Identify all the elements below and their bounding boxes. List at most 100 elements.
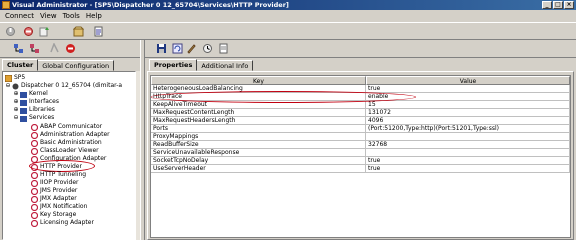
properties-button[interactable] xyxy=(92,25,105,38)
tree-node-classloader-viewer[interactable]: ClassLoader Viewer xyxy=(30,147,99,155)
tree-node-http-provider[interactable]: HTTP Provider xyxy=(30,163,82,171)
info-button[interactable] xyxy=(217,42,230,55)
tab-cluster[interactable]: Cluster xyxy=(2,59,39,71)
cluster-icon xyxy=(4,74,13,82)
table-row[interactable]: ServiceUnavailableResponse xyxy=(151,149,570,157)
service-icon xyxy=(30,131,39,139)
cell-value[interactable]: true xyxy=(366,165,570,173)
refresh-button[interactable] xyxy=(171,42,184,55)
preferences-button[interactable] xyxy=(72,25,85,38)
title-bar[interactable]: Visual Administrator - [SP5\Dispatcher 0… xyxy=(0,0,576,10)
cell-key: KeepAliveTimeout xyxy=(151,101,366,109)
restore-button[interactable] xyxy=(201,42,214,55)
menu-help[interactable]: Help xyxy=(83,10,105,22)
service-icon xyxy=(30,171,39,179)
group-view-button[interactable] xyxy=(28,42,41,55)
preferences-icon xyxy=(73,26,84,37)
service-icon xyxy=(30,139,39,147)
tree-node-basic-administration[interactable]: Basic Administration xyxy=(30,139,102,147)
disconnect-button[interactable] xyxy=(22,25,35,38)
cell-value[interactable] xyxy=(366,149,570,157)
cell-value[interactable]: 15 xyxy=(366,101,570,109)
export-button[interactable] xyxy=(38,25,51,38)
connect-icon xyxy=(6,27,15,36)
server-tree-icon xyxy=(14,44,23,53)
table-row[interactable]: HeterogeneousLoadBalancing true xyxy=(151,85,570,93)
table-row[interactable]: HttpTrace enable xyxy=(151,93,570,101)
column-header-key[interactable]: Key xyxy=(151,76,366,85)
app-icon xyxy=(2,1,10,9)
close-button[interactable]: × xyxy=(564,1,574,9)
cell-value[interactable]: enable xyxy=(366,93,570,101)
menu-view[interactable]: View xyxy=(37,10,60,22)
table-row[interactable]: ReadBufferSize 32768 xyxy=(151,141,570,149)
tree-node-key-storage[interactable]: Key Storage xyxy=(30,211,77,219)
table-row[interactable]: Ports (Port:51200,Type:http)(Port:51201,… xyxy=(151,125,570,133)
collapse-toggle-icon[interactable]: ⊖ xyxy=(13,114,19,122)
properties-panel: Key Value HeterogeneousLoadBalancing tru… xyxy=(147,71,574,240)
expand-toggle-icon[interactable]: ⊕ xyxy=(13,90,19,98)
expand-toggle-icon[interactable]: ⊕ xyxy=(13,98,19,106)
folder-icon xyxy=(20,115,27,122)
tree-node-jmx-adapter[interactable]: JMX Adapter xyxy=(30,195,77,203)
tree-node-services[interactable]: ⊖ Services xyxy=(13,114,54,122)
edit-button[interactable] xyxy=(185,42,198,55)
cluster-tree[interactable]: SP5 ⊖ Dispatcher 0 12_65704 (dimitar-a ⊕… xyxy=(2,71,136,240)
table-row[interactable]: ProxyMappings xyxy=(151,133,570,141)
table-row[interactable]: SocketTcpNoDelay true xyxy=(151,157,570,165)
tree-view-button[interactable] xyxy=(12,42,25,55)
properties-table[interactable]: Key Value HeterogeneousLoadBalancing tru… xyxy=(150,75,571,238)
tree-node-label: IIOP Provider xyxy=(40,179,79,186)
stop-button[interactable] xyxy=(64,42,77,55)
tree-node-abap-communicator[interactable]: ABAP Communicator xyxy=(30,123,102,131)
tree-node-jmx-notification[interactable]: JMX Notification xyxy=(30,203,87,211)
table-row[interactable]: KeepAliveTimeout 15 xyxy=(151,101,570,109)
tree-node-label: Key Storage xyxy=(40,211,77,218)
tree-node-kernel[interactable]: ⊕ Kernel xyxy=(13,90,48,98)
tree-node-jms-provider[interactable]: JMS Provider xyxy=(30,187,77,195)
cell-value[interactable]: (Port:51200,Type:http)(Port:51201,Type:s… xyxy=(366,125,570,133)
table-row[interactable]: MaxRequestContentLength 131072 xyxy=(151,109,570,117)
save-button[interactable] xyxy=(155,42,168,55)
menu-bar: Connect View Tools Help xyxy=(0,10,576,22)
table-row[interactable]: MaxRequestHeadersLength 4096 xyxy=(151,117,570,125)
menu-tools[interactable]: Tools xyxy=(60,10,83,22)
tree-node-configuration-adapter[interactable]: Configuration Adapter xyxy=(30,155,106,163)
cell-key: ServiceUnavailableResponse xyxy=(151,149,366,157)
cell-key: SocketTcpNoDelay xyxy=(151,157,366,165)
tree-node-iiop-provider[interactable]: IIOP Provider xyxy=(30,179,79,187)
minimize-button[interactable]: _ xyxy=(542,1,552,9)
tree-node-administration-adapter[interactable]: Administration Adapter xyxy=(30,131,110,139)
dispatcher-icon xyxy=(12,83,19,90)
tree-node-dispatcher[interactable]: ⊖ Dispatcher 0 12_65704 (dimitar-a xyxy=(5,82,122,90)
cell-value[interactable]: 131072 xyxy=(366,109,570,117)
tree-node-libraries[interactable]: ⊕ Libraries xyxy=(13,106,55,114)
cell-key: MaxRequestHeadersLength xyxy=(151,117,366,125)
connect-button[interactable] xyxy=(4,25,17,38)
tab-global-configuration[interactable]: Global Configuration xyxy=(37,60,115,71)
properties-toolbar xyxy=(145,40,576,58)
run-icon xyxy=(50,43,59,53)
cell-value[interactable]: 4096 xyxy=(366,117,570,125)
tree-node-interfaces[interactable]: ⊕ Interfaces xyxy=(13,98,59,106)
cell-value[interactable]: true xyxy=(366,157,570,165)
menu-connect[interactable]: Connect xyxy=(2,10,37,22)
cell-value[interactable]: true xyxy=(366,85,570,93)
expand-toggle-icon[interactable]: ⊕ xyxy=(13,106,19,114)
tab-properties[interactable]: Properties xyxy=(149,59,198,71)
table-header: Key Value xyxy=(151,76,570,85)
maximize-button[interactable]: □ xyxy=(553,1,563,9)
start-button[interactable] xyxy=(48,42,61,55)
column-header-value[interactable]: Value xyxy=(366,76,570,85)
tree-node-sp5[interactable]: SP5 xyxy=(4,74,25,82)
left-panel: Cluster Global Configuration SP5 ⊖ Dispa… xyxy=(0,40,140,240)
cell-value[interactable]: 32768 xyxy=(366,141,570,149)
tree-node-label: ClassLoader Viewer xyxy=(40,147,99,154)
tree-node-http-tunneling[interactable]: HTTP Tunneling xyxy=(30,171,86,179)
tab-additional-info[interactable]: Additional Info xyxy=(196,60,254,71)
table-row[interactable]: UseServerHeader true xyxy=(151,165,570,173)
cell-value[interactable] xyxy=(366,133,570,141)
collapse-toggle-icon[interactable]: ⊖ xyxy=(5,82,11,90)
tree-node-licensing-adapter[interactable]: Licensing Adapter xyxy=(30,219,94,227)
tree-node-label: Dispatcher 0 12_65704 (dimitar-a xyxy=(21,82,123,89)
